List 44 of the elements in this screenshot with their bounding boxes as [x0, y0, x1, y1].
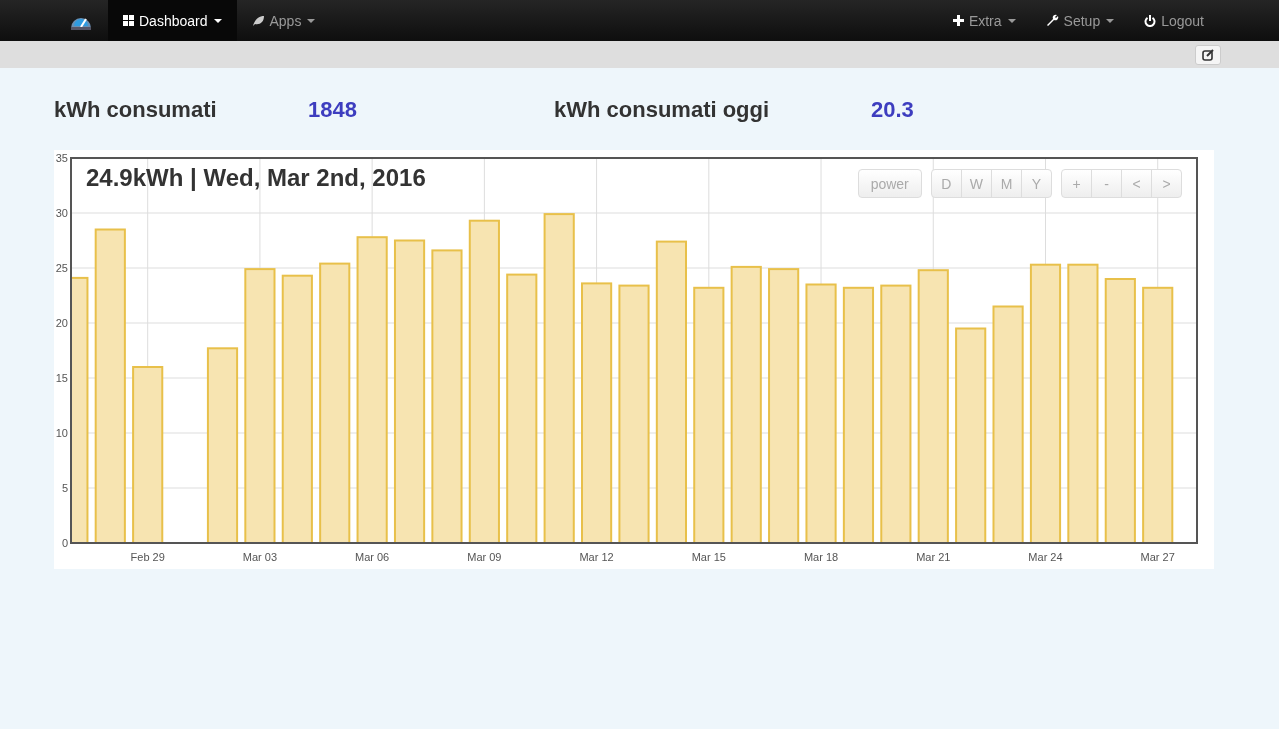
chart-button[interactable]: -	[1091, 169, 1122, 198]
edit-button[interactable]	[1195, 44, 1221, 65]
nav-menu-item[interactable]: Logout	[1129, 0, 1219, 41]
wrench-icon	[1045, 14, 1059, 27]
chart-button[interactable]: W	[960, 169, 992, 198]
power-icon	[1144, 14, 1157, 27]
stat-value: 1848	[308, 97, 358, 123]
chart-button[interactable]: M	[991, 169, 1022, 198]
chart-title: 24.9kWh | Wed, Mar 2nd, 2016	[86, 164, 426, 192]
y-axis-label: 15	[55, 372, 68, 384]
chart-button[interactable]: power	[857, 169, 922, 198]
chart-button[interactable]: +	[1061, 169, 1092, 198]
x-axis-label: Mar 03	[242, 551, 278, 563]
x-axis-label: Feb 29	[130, 551, 165, 563]
y-axis-label: 0	[61, 537, 68, 549]
leaf-icon	[251, 14, 265, 27]
x-axis-label: Mar 12	[579, 551, 614, 563]
nav-menu-item[interactable]: Extra	[937, 0, 1031, 41]
y-axis-label: 10	[55, 427, 68, 439]
chart-button[interactable]: >	[1151, 169, 1182, 198]
nav-menu-item[interactable]: Dashboard	[108, 0, 237, 41]
x-axis-label: Mar 21	[916, 551, 951, 563]
x-axis-label: Mar 06	[355, 551, 390, 563]
chart-button[interactable]: <	[1121, 169, 1152, 198]
x-axis-label: Mar 18	[803, 551, 839, 563]
nav-menu-item[interactable]: Setup	[1030, 0, 1130, 41]
chart-button[interactable]: Y	[1021, 169, 1052, 198]
plus-icon	[952, 15, 964, 26]
y-axis-label: 25	[55, 262, 68, 274]
x-axis-label: Mar 15	[691, 551, 726, 563]
x-axis-label: Mar 27	[1140, 551, 1175, 563]
x-axis-label: Mar 09	[467, 551, 502, 563]
y-axis-label: 5	[61, 482, 68, 494]
x-axis-label: Mar 24	[1028, 551, 1063, 563]
stat-label: kWh consumati	[54, 97, 218, 123]
nav-menu-item[interactable]: Apps	[236, 0, 331, 41]
grid-icon	[123, 15, 134, 26]
edit-icon	[1202, 48, 1214, 61]
y-axis-label: 35	[55, 152, 68, 164]
y-axis-label: 20	[55, 317, 68, 329]
stat-value: 20.3	[871, 97, 915, 123]
stat-label: kWh consumati oggi	[554, 97, 771, 123]
y-axis-label: 30	[55, 207, 68, 219]
chart-button[interactable]: D	[930, 169, 962, 198]
